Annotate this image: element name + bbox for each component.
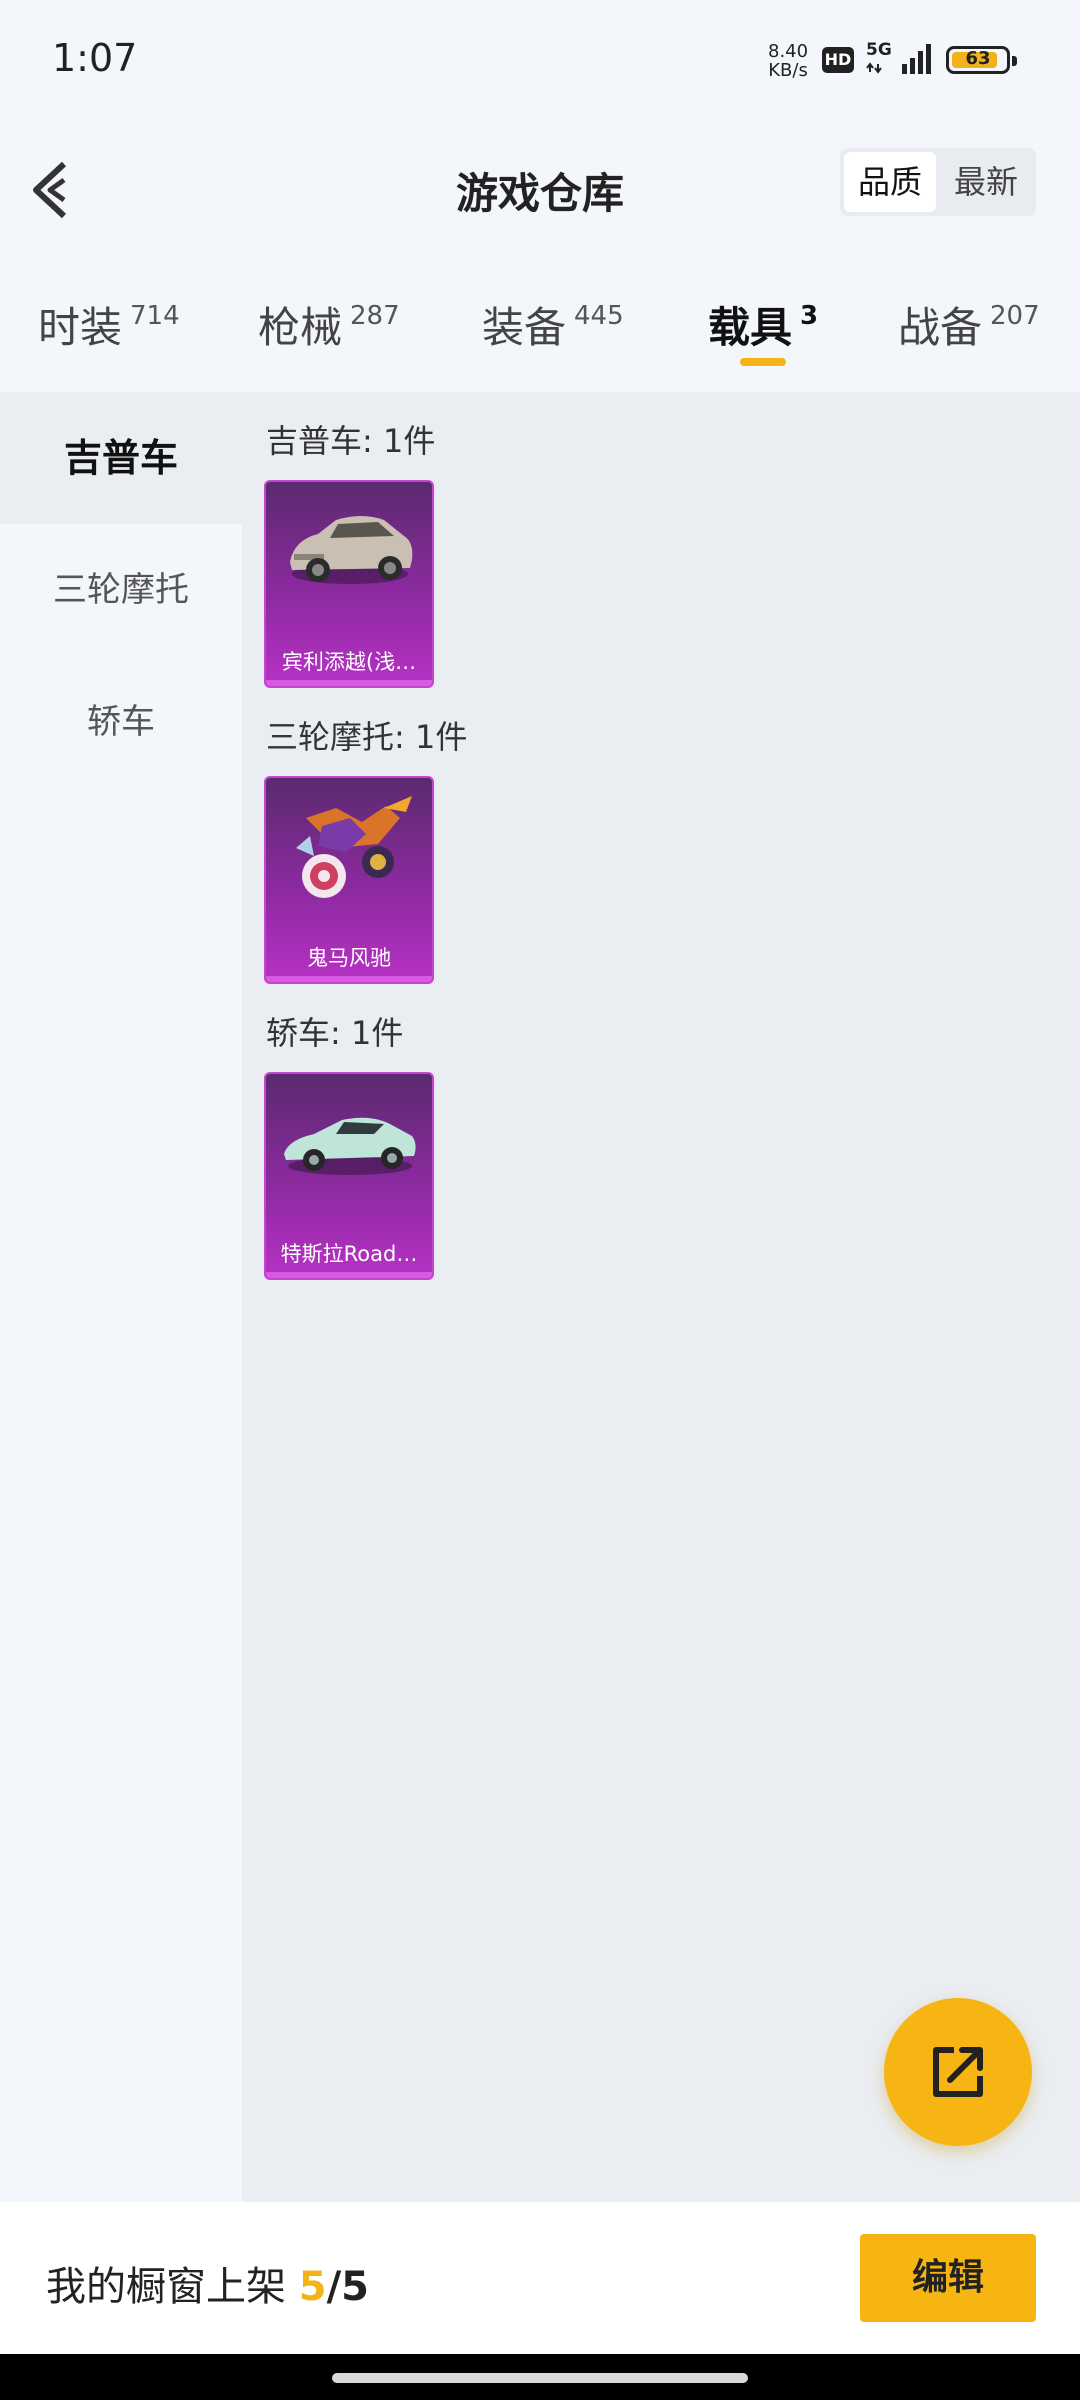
network-speed: 8.40 KB/s (768, 41, 809, 81)
item-card-tesla-roadster[interactable]: 特斯拉Road… (264, 1072, 434, 1280)
suv-car-icon (290, 516, 413, 584)
sidebar-item-trike[interactable]: 三轮摩托 (0, 524, 242, 656)
tab-equipment[interactable]: 装备 445 (482, 294, 624, 355)
item-card-ghost-horse[interactable]: 鬼马风驰 (264, 776, 434, 984)
item-list: 吉普车: 1件 宾利添越(浅… 三轮摩托: 1件 鬼马风驰 轿车: 1件 特斯拉… (242, 392, 1080, 2202)
active-tab-indicator (740, 358, 786, 366)
item-name: 宾利添越(浅… (281, 650, 417, 674)
group-title-jeep: 吉普车: 1件 (266, 422, 436, 460)
item-name: 鬼马风驰 (307, 946, 391, 970)
group-title-sedan: 轿车: 1件 (266, 1014, 404, 1052)
item-name: 特斯拉Road… (280, 1242, 418, 1266)
hd-icon: HD (822, 47, 854, 73)
showcase-status: 我的橱窗上架 5/5 (46, 2264, 370, 2310)
home-gesture-handle[interactable] (332, 2373, 748, 2383)
share-button[interactable] (884, 1998, 1032, 2146)
sidebar-item-sedan[interactable]: 轿车 (0, 656, 242, 788)
showcase-bar: 我的橱窗上架 5/5 编辑 (0, 2202, 1080, 2354)
signal-icon: 5G (864, 38, 934, 78)
share-external-icon (933, 2047, 983, 2097)
sports-car-icon (284, 1117, 416, 1175)
header: 游戏仓库 品质 最新 (0, 140, 1080, 250)
group-title-trike: 三轮摩托: 1件 (266, 718, 468, 756)
sort-toggle: 品质 最新 (840, 148, 1036, 216)
item-card-bentley[interactable]: 宾利添越(浅… (264, 480, 434, 688)
tab-vehicles[interactable]: 载具 3 (708, 294, 818, 355)
tab-combat-supplies[interactable]: 战备 207 (898, 294, 1040, 355)
edit-button[interactable]: 编辑 (860, 2234, 1036, 2322)
status-bar: 1:07 8.40 KB/s HD 5G 63 (0, 0, 1080, 120)
tab-firearms[interactable]: 枪械 287 (258, 294, 400, 355)
tab-fashion[interactable]: 时装 714 (38, 294, 180, 355)
system-nav-bar (0, 2354, 1080, 2400)
category-tabs: 时装 714 枪械 287 装备 445 载具 3 战备 207 (0, 270, 1080, 390)
sidebar-item-jeep[interactable]: 吉普车 (0, 392, 242, 524)
sort-latest-button[interactable]: 最新 (940, 152, 1032, 212)
vehicle-type-sidebar: 吉普车 三轮摩托 轿车 (0, 392, 242, 2202)
sort-quality-button[interactable]: 品质 (844, 152, 936, 212)
battery-icon: 63 (946, 46, 1017, 74)
motorcycle-icon (296, 796, 412, 898)
clock: 1:07 (52, 36, 138, 80)
